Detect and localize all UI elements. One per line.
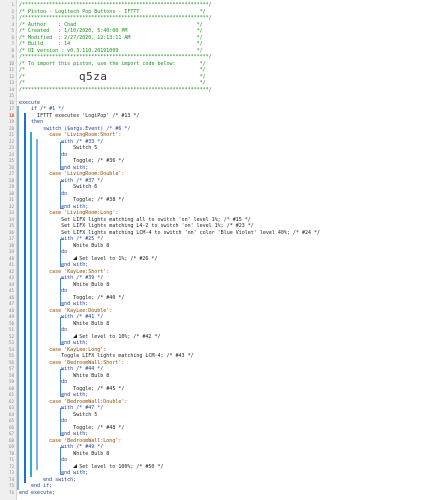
with-block-bracket	[60, 180, 64, 209]
with-block-bracket	[60, 141, 64, 170]
level-signal-icon	[73, 333, 78, 338]
code-text: end execute;	[19, 489, 56, 496]
code-line[interactable]: 76 end execute;	[0, 490, 443, 497]
level-signal-icon	[73, 255, 78, 260]
indent-guide	[30, 132, 32, 477]
indent-guide	[24, 112, 26, 483]
with-block-bracket	[60, 369, 64, 397]
level-signal-icon	[73, 463, 78, 468]
piston-code-viewer: 1/**************************************…	[0, 0, 443, 500]
with-block-bracket	[60, 317, 64, 345]
import-code[interactable]: q5za	[79, 70, 108, 83]
line-number: 76	[8, 489, 14, 495]
with-block-bracket	[60, 278, 64, 306]
with-block-bracket	[60, 408, 64, 436]
with-block-bracket	[60, 239, 64, 267]
indent-guide	[17, 106, 19, 490]
indent-guide	[36, 138, 38, 470]
with-block-bracket	[60, 447, 64, 475]
